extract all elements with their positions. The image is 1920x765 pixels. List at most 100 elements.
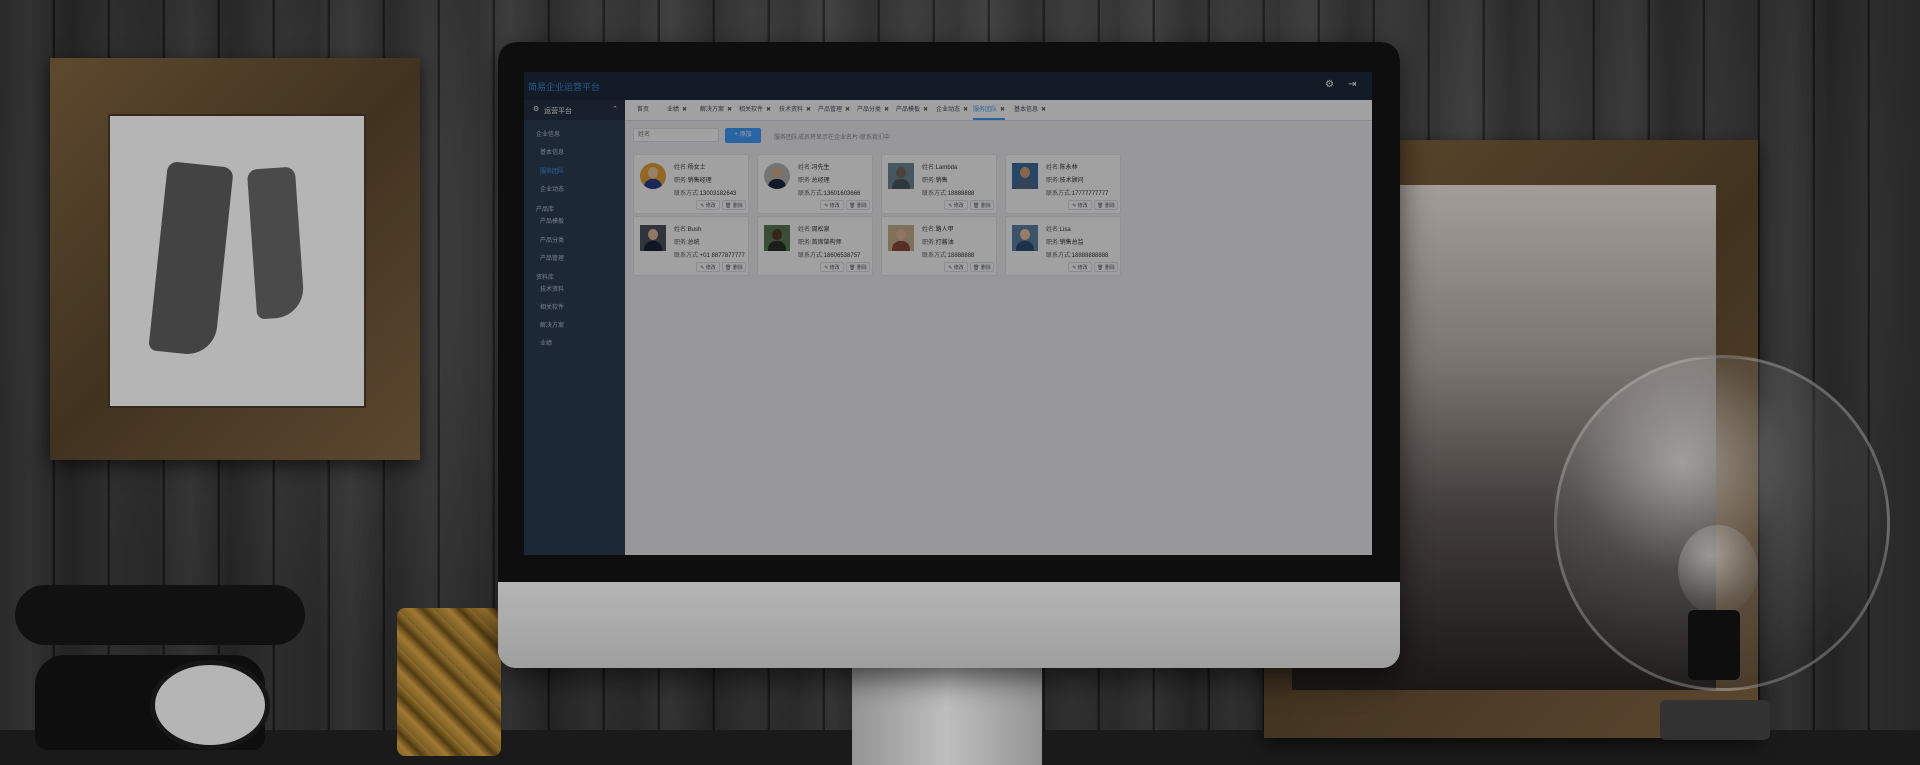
close-icon[interactable]: ✖	[682, 107, 687, 113]
top-navbar: 简易企业运营平台 ⚙ ⇥	[524, 72, 1372, 100]
tab-product-management[interactable]: 产品管理 ✖	[818, 100, 850, 120]
sidebar-item-product-management[interactable]: 产品管理	[540, 253, 564, 262]
tab-service-team[interactable]: 服务团队 ✖	[973, 100, 1006, 120]
close-icon[interactable]: ✖	[884, 107, 889, 113]
avatar	[640, 163, 666, 189]
avatar	[764, 225, 790, 251]
sidebar-item-achievements[interactable]: 业绩	[540, 338, 552, 347]
search-input[interactable]	[633, 128, 719, 142]
delete-button[interactable]: 🗑 删除	[1094, 262, 1118, 272]
avatar	[888, 163, 914, 189]
member-contact: 联系方式:18888888	[922, 250, 974, 259]
avatar-body	[1016, 241, 1034, 251]
close-icon[interactable]: ✖	[766, 107, 771, 113]
edit-button[interactable]: ✎ 修改	[944, 200, 968, 210]
member-card: 姓名:Lambda 职务:销售 联系方式:18888888 ✎ 修改 🗑 删除	[881, 154, 997, 214]
member-position: 职务:销售总监	[1046, 237, 1084, 246]
sidebar-item-product-categories[interactable]: 产品分类	[540, 235, 564, 244]
edit-button[interactable]: ✎ 修改	[1068, 262, 1092, 272]
name-label: 姓名:	[1046, 227, 1060, 233]
sidebar-group-products: 产品库	[536, 207, 555, 213]
edit-button[interactable]: ✎ 修改	[1068, 200, 1092, 210]
logout-icon[interactable]: ⇥	[1348, 79, 1356, 90]
close-icon[interactable]: ✖	[845, 107, 850, 113]
name-value: 冯先生	[811, 165, 830, 171]
sidebar-section-header[interactable]: ⚙ 运营平台 ⌃	[524, 100, 625, 120]
sidebar-item-company-news[interactable]: 企业动态	[540, 184, 564, 193]
contact-value: 18606538757	[823, 253, 861, 259]
sidebar-item-basic-info[interactable]: 基本信息	[540, 147, 564, 156]
delete-button[interactable]: 🗑 删除	[970, 200, 994, 210]
close-icon[interactable]: ✖	[806, 107, 811, 113]
avatar-face	[1020, 229, 1030, 240]
delete-button[interactable]: 🗑 删除	[846, 200, 870, 210]
name-label: 姓名:	[674, 227, 688, 233]
close-icon[interactable]: ✖	[963, 107, 968, 113]
member-contact: 联系方式:17777777777	[1046, 188, 1108, 197]
avatar-face	[1020, 167, 1030, 178]
avatar-body	[892, 179, 910, 189]
tab-home[interactable]: 首页	[637, 100, 649, 120]
contact-label: 联系方式:	[1046, 191, 1072, 197]
avatar-face	[896, 167, 906, 178]
tab-tech-docs[interactable]: 技术资料 ✖	[779, 100, 811, 120]
tab-achievements[interactable]: 业绩 ✖	[667, 100, 687, 120]
tab-software[interactable]: 相关软件 ✖	[739, 100, 771, 120]
close-icon[interactable]: ✖	[727, 107, 732, 113]
position-value: 首席架构师	[811, 240, 842, 246]
close-icon[interactable]: ✖	[1000, 107, 1005, 113]
delete-button[interactable]: 🗑 删除	[846, 262, 870, 272]
sidebar-item-solutions[interactable]: 解决方案	[540, 320, 564, 329]
edit-button[interactable]: ✎ 修改	[820, 200, 844, 210]
contact-value: 18888888	[947, 253, 975, 259]
tab-label: 企业动态	[936, 107, 961, 113]
delete-button[interactable]: 🗑 删除	[722, 200, 746, 210]
avatar-body	[1016, 179, 1034, 189]
painting-canvas	[108, 114, 366, 408]
member-position: 职务:销售经理	[674, 175, 712, 184]
close-icon[interactable]: ✖	[1041, 107, 1046, 113]
delete-button[interactable]: 🗑 删除	[1094, 200, 1118, 210]
tab-product-categories[interactable]: 产品分类 ✖	[857, 100, 889, 120]
position-value: 打酱油	[935, 240, 954, 246]
contact-label: 联系方式:	[798, 253, 824, 259]
avatar-body	[768, 179, 786, 189]
boot-left-illustration	[148, 161, 234, 357]
tab-product-templates[interactable]: 产品模板 ✖	[896, 100, 928, 120]
tab-solutions[interactable]: 解决方案 ✖	[700, 100, 732, 120]
edit-button[interactable]: ✎ 修改	[696, 262, 720, 272]
member-position: 职务:首席架构师	[798, 237, 842, 246]
tab-company-news[interactable]: 企业动态 ✖	[936, 100, 968, 120]
position-value: 销售总监	[1059, 240, 1084, 246]
contact-label: 联系方式:	[674, 191, 700, 197]
delete-button[interactable]: 🗑 删除	[970, 262, 994, 272]
name-label: 姓名:	[922, 227, 936, 233]
delete-button[interactable]: 🗑 删除	[722, 262, 746, 272]
sidebar-item-service-team[interactable]: 服务团队	[540, 166, 564, 175]
contact-label: 联系方式:	[922, 253, 948, 259]
sidebar: ⚙ 运营平台 ⌃ 企业信息 基本信息 服务团队 企业动态 产品库 产品模板 产品…	[524, 100, 625, 555]
sidebar-item-software[interactable]: 相关软件	[540, 302, 564, 311]
position-value: 技术顾问	[1059, 178, 1084, 184]
member-contact: 联系方式:18888888888	[1046, 250, 1108, 259]
gear-icon[interactable]: ⚙	[1325, 79, 1334, 90]
position-label: 职务:	[674, 240, 688, 246]
tab-label: 服务团队	[973, 107, 998, 113]
sidebar-item-product-templates[interactable]: 产品模板	[540, 216, 564, 225]
bulb-socket	[1688, 610, 1740, 680]
telephone-handset	[15, 585, 305, 645]
tab-bar: 首页 业绩 ✖ 解决方案 ✖ 相关软件 ✖ 技术资料 ✖ 产品管理 ✖ 产品分类 ✖ 产品模…	[625, 100, 1372, 121]
position-label: 职务:	[798, 178, 812, 184]
member-card: 姓名:周松泉 职务:首席架构师 联系方式:18606538757 ✎ 修改 🗑 …	[757, 216, 873, 276]
tab-basic-info[interactable]: 基本信息 ✖	[1014, 100, 1046, 120]
edit-button[interactable]: ✎ 修改	[820, 262, 844, 272]
add-button[interactable]: + 添加	[725, 128, 761, 143]
edit-button[interactable]: ✎ 修改	[696, 200, 720, 210]
close-icon[interactable]: ✖	[923, 107, 928, 113]
edit-button[interactable]: ✎ 修改	[944, 262, 968, 272]
sidebar-item-tech-docs[interactable]: 技术资料	[540, 284, 564, 293]
member-card: 姓名:杨女士 职务:销售经理 联系方式:13003182643 ✎ 修改 🗑 删…	[633, 154, 749, 214]
avatar-body	[644, 241, 662, 251]
position-label: 职务:	[922, 178, 936, 184]
avatar	[640, 225, 666, 251]
